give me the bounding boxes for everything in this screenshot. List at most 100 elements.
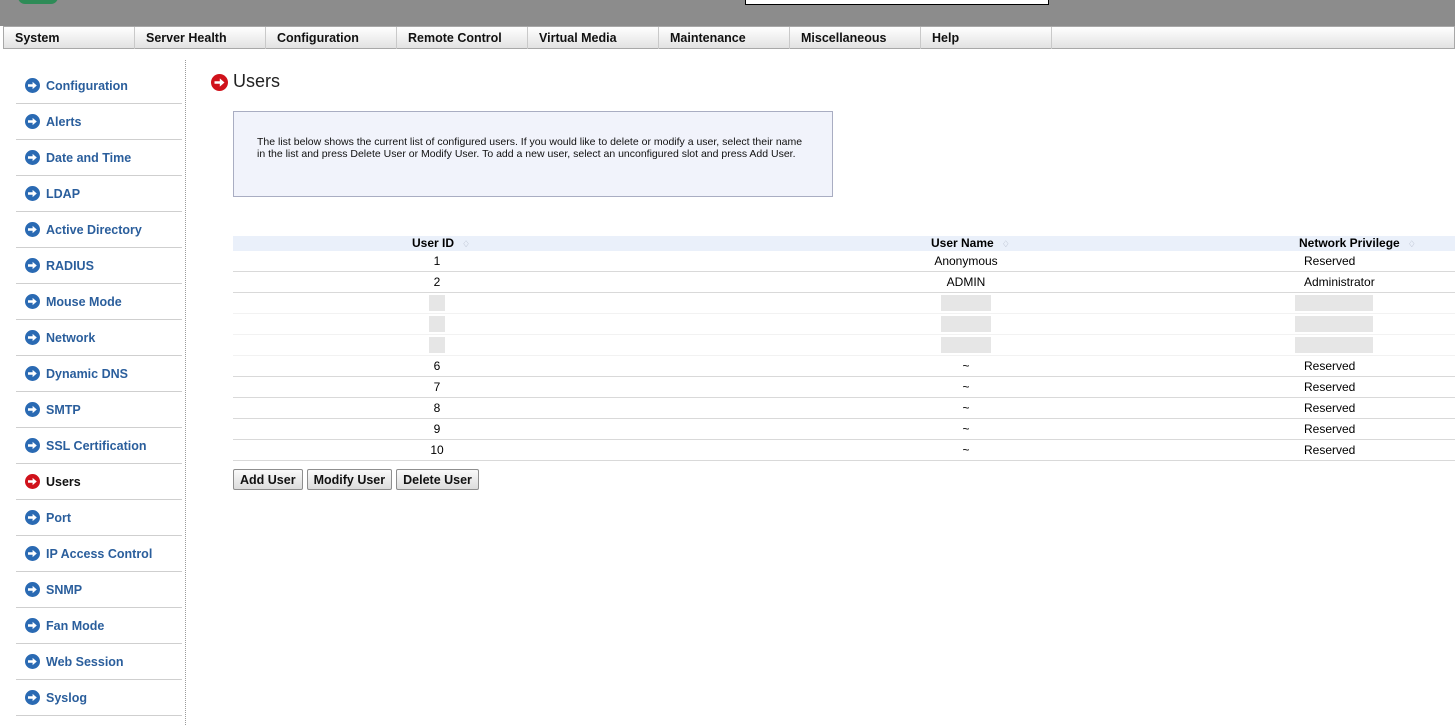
- arrow-right-circle-icon: [25, 114, 40, 129]
- menu-help[interactable]: Help: [921, 27, 1052, 49]
- users-table: User ID ♢ User Name ♢ Network Privilege ♢ 1…: [233, 236, 1455, 461]
- sort-icon: ♢: [1001, 239, 1010, 249]
- sidebar-item-label: Alerts: [46, 114, 82, 129]
- sidebar-item-mouse-mode[interactable]: Mouse Mode: [16, 284, 182, 320]
- table-row[interactable]: 2 ADMIN Administrator: [233, 272, 1455, 293]
- arrow-right-circle-icon: [25, 150, 40, 165]
- menu-filler: [1052, 27, 1454, 48]
- table-row[interactable]: 1 Anonymous Reserved: [233, 251, 1455, 272]
- header-network-privilege-label: Network Privilege: [1299, 236, 1400, 250]
- cell-network-privilege: Reserved: [1304, 380, 1356, 394]
- sidebar-item-radius[interactable]: RADIUS: [16, 248, 182, 284]
- sidebar-item-label: Users: [46, 474, 81, 489]
- table-row[interactable]: 6 ~ Reserved: [233, 356, 1455, 377]
- arrow-right-circle-icon: [25, 294, 40, 309]
- add-user-button[interactable]: Add User: [233, 469, 303, 490]
- arrow-right-circle-icon: [25, 366, 40, 381]
- menu-server-health[interactable]: Server Health: [135, 27, 266, 49]
- cell-user-name: ~: [962, 359, 970, 373]
- sidebar-item-smtp[interactable]: SMTP: [16, 392, 182, 428]
- table-row[interactable]: 8 ~ Reserved: [233, 398, 1455, 419]
- top-banner: [0, 0, 1455, 26]
- header-user-id-label: User ID: [412, 236, 455, 250]
- sidebar-item-web-session[interactable]: Web Session: [16, 644, 182, 680]
- logo: [18, 0, 58, 4]
- cell-user-id: 7: [433, 380, 441, 394]
- sidebar-item-ldap[interactable]: LDAP: [16, 176, 182, 212]
- sidebar-item-dynamic-dns[interactable]: Dynamic DNS: [16, 356, 182, 392]
- sidebar-item-fan-mode[interactable]: Fan Mode: [16, 608, 182, 644]
- cell-network-privilege: Reserved: [1304, 422, 1356, 436]
- menu-system[interactable]: System: [4, 27, 135, 49]
- header-user-name[interactable]: User Name ♢: [931, 236, 1010, 252]
- redacted-cell: [429, 337, 445, 353]
- arrow-right-circle-icon: [25, 510, 40, 525]
- action-buttons: Add User Modify User Delete User: [233, 469, 479, 490]
- sidebar-item-ssl-certification[interactable]: SSL Certification: [16, 428, 182, 464]
- menu-remote-control[interactable]: Remote Control: [397, 27, 528, 49]
- table-header: User ID ♢ User Name ♢ Network Privilege ♢: [233, 236, 1455, 251]
- table-row[interactable]: 9 ~ Reserved: [233, 419, 1455, 440]
- sidebar-item-label: LDAP: [46, 186, 81, 201]
- sidebar-item-syslog[interactable]: Syslog: [16, 680, 182, 716]
- table-row[interactable]: 7 ~ Reserved: [233, 377, 1455, 398]
- sidebar-item-date-and-time[interactable]: Date and Time: [16, 140, 182, 176]
- menu-maintenance[interactable]: Maintenance: [659, 27, 790, 49]
- sort-icon: ♢: [1407, 239, 1416, 249]
- cell-user-id: 6: [433, 359, 441, 373]
- header-network-privilege[interactable]: Network Privilege ♢: [1299, 236, 1416, 252]
- table-row[interactable]: [233, 335, 1455, 356]
- sidebar-item-users[interactable]: Users: [16, 464, 182, 500]
- table-row[interactable]: [233, 293, 1455, 314]
- sidebar-item-label: IP Access Control: [46, 546, 153, 561]
- table-body: 1 Anonymous Reserved 2 ADMIN Administrator 6 ~ R…: [233, 251, 1455, 461]
- redacted-cell: [941, 337, 991, 353]
- cell-network-privilege: Reserved: [1304, 359, 1356, 373]
- sidebar-item-label: SMTP: [46, 402, 81, 417]
- sidebar-divider: [185, 60, 186, 725]
- table-row[interactable]: [233, 314, 1455, 335]
- modify-user-button[interactable]: Modify User: [306, 469, 393, 490]
- arrow-right-circle-icon: [25, 78, 40, 93]
- sidebar-item-network[interactable]: Network: [16, 320, 182, 356]
- arrow-right-circle-icon: [25, 438, 40, 453]
- sidebar-item-port[interactable]: Port: [16, 500, 182, 536]
- redacted-cell: [941, 295, 991, 311]
- arrow-right-circle-icon: [25, 654, 40, 669]
- menu-configuration[interactable]: Configuration: [266, 27, 397, 49]
- cell-user-name: ~: [962, 380, 970, 394]
- arrow-right-circle-icon: [25, 582, 40, 597]
- cell-network-privilege: Reserved: [1304, 443, 1356, 457]
- sidebar-item-label: Mouse Mode: [46, 294, 122, 309]
- header-user-id[interactable]: User ID ♢: [412, 236, 470, 252]
- cell-user-name: ~: [962, 401, 970, 415]
- sidebar-item-label: Syslog: [46, 690, 87, 705]
- sidebar-item-active-directory[interactable]: Active Directory: [16, 212, 182, 248]
- arrow-right-circle-icon: [25, 258, 40, 273]
- sidebar-item-alerts[interactable]: Alerts: [16, 104, 182, 140]
- header-user-name-label: User Name: [931, 236, 994, 250]
- arrow-right-circle-icon: [25, 330, 40, 345]
- cell-user-id: 8: [433, 401, 441, 415]
- table-row[interactable]: 10 ~ Reserved: [233, 440, 1455, 461]
- sidebar-item-label: Dynamic DNS: [46, 366, 128, 381]
- cell-user-id: 10: [430, 443, 444, 457]
- sidebar-item-ip-access-control[interactable]: IP Access Control: [16, 536, 182, 572]
- sidebar-item-label: Web Session: [46, 654, 124, 669]
- sidebar-item-label: Date and Time: [46, 150, 132, 165]
- info-text: The list below shows the current list of…: [257, 136, 803, 160]
- menu-virtual-media[interactable]: Virtual Media: [528, 27, 659, 49]
- arrow-right-circle-icon: [211, 74, 228, 91]
- sort-icon: ♢: [462, 239, 471, 249]
- sidebar-item-configuration[interactable]: Configuration: [16, 68, 182, 104]
- cell-user-name: Anonymous: [934, 254, 998, 268]
- menu-miscellaneous[interactable]: Miscellaneous: [790, 27, 921, 49]
- cell-user-id: 1: [433, 254, 441, 268]
- arrow-right-circle-icon: [25, 402, 40, 417]
- cell-user-id: 9: [433, 422, 441, 436]
- sidebar-item-label: SNMP: [46, 582, 83, 597]
- sidebar-item-snmp[interactable]: SNMP: [16, 572, 182, 608]
- arrow-right-circle-icon: [25, 690, 40, 705]
- sidebar-item-label: Network: [46, 330, 96, 345]
- delete-user-button[interactable]: Delete User: [396, 469, 479, 490]
